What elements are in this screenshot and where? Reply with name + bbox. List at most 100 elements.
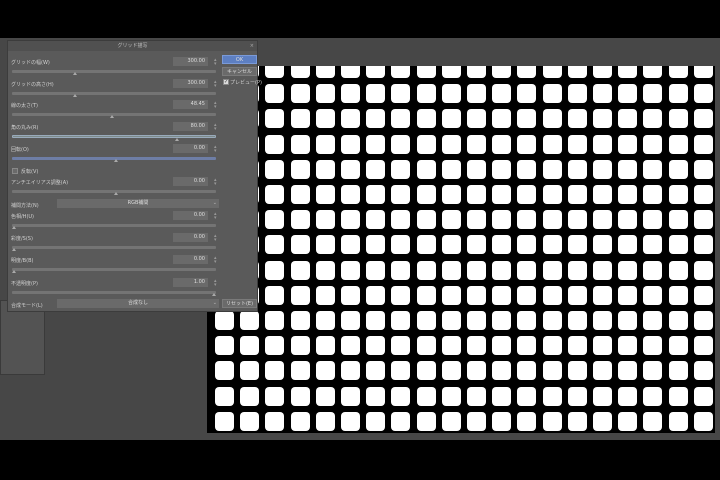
color-slider[interactable] <box>12 268 216 273</box>
color-slider[interactable] <box>12 224 216 229</box>
grid-cell <box>593 411 612 431</box>
grid-cell <box>593 336 612 356</box>
grid-cell <box>341 185 360 204</box>
color-input[interactable]: 0.00 <box>173 255 208 264</box>
grid-cell <box>492 260 512 280</box>
color-label: 明度/B(B) <box>11 258 34 264</box>
grid-cell <box>290 185 310 204</box>
grid-cell <box>517 159 537 179</box>
grid-cell <box>467 185 486 204</box>
field-label: 回転(O) <box>11 147 29 153</box>
spinner-icon[interactable]: ▴ ▾ <box>214 234 218 243</box>
grid-cell <box>693 210 713 230</box>
blend-dropdown[interactable]: 合成なし ⌄ <box>57 299 219 308</box>
grid-cell <box>366 311 386 330</box>
color-slider[interactable] <box>12 291 216 296</box>
slider-thumb[interactable] <box>211 293 216 296</box>
grid-cell <box>315 285 335 305</box>
grid-cell <box>441 185 461 204</box>
grid-cell <box>441 285 461 305</box>
grid-cell <box>542 185 562 204</box>
field-slider[interactable] <box>12 92 216 97</box>
grid-cell <box>643 159 663 179</box>
grid-cell <box>618 311 638 330</box>
spinner-icon[interactable]: ▴ ▾ <box>214 101 218 110</box>
slider-thumb[interactable] <box>109 115 114 118</box>
flip-checkbox[interactable] <box>12 168 18 174</box>
field-slider[interactable] <box>12 135 216 141</box>
color-input[interactable]: 1.00 <box>173 278 208 287</box>
field-input[interactable]: 0.00 <box>173 144 208 153</box>
spinner-icon[interactable]: ▴ ▾ <box>214 80 218 89</box>
grid-cell <box>341 210 360 230</box>
grid-cell <box>467 109 486 129</box>
grid-cell <box>542 285 562 305</box>
interp-dropdown[interactable]: RGB補間 ⌄ <box>57 199 219 208</box>
field-slider[interactable] <box>12 157 216 162</box>
spinner-icon[interactable]: ▴ ▾ <box>214 145 218 154</box>
spinner-icon[interactable]: ▴ ▾ <box>214 58 218 67</box>
slider-thumb[interactable] <box>12 248 16 251</box>
grid-cell <box>265 84 285 104</box>
grid-cell <box>492 159 512 179</box>
grid-cell <box>290 336 310 356</box>
field-input[interactable]: 300.00 <box>173 79 208 88</box>
antialias-input[interactable]: 0.00 <box>173 177 208 186</box>
spinner-icon[interactable]: ▴ ▾ <box>214 212 218 221</box>
antialias-slider[interactable] <box>12 190 216 195</box>
blend-value: 合成なし <box>127 300 148 306</box>
grid-cell <box>492 285 512 305</box>
grid-cell <box>542 210 562 230</box>
grid-cell <box>618 109 638 129</box>
grid-cell <box>215 336 234 356</box>
slider-thumb[interactable] <box>73 94 78 97</box>
color-input[interactable]: 0.00 <box>173 211 208 220</box>
grid-cell <box>593 285 612 305</box>
grid-cell <box>215 411 234 431</box>
slider-thumb[interactable] <box>12 226 16 229</box>
grid-cell <box>593 84 612 104</box>
color-slider[interactable] <box>12 246 216 251</box>
grid-cell <box>593 386 612 406</box>
grid-cell <box>467 260 486 280</box>
grid-cell <box>567 134 587 154</box>
grid-cell <box>693 66 713 78</box>
grid-cell <box>517 185 537 204</box>
slider-thumb[interactable] <box>12 270 16 273</box>
spinner-icon[interactable]: ▴ ▾ <box>214 256 218 265</box>
reset-button[interactable]: リセット(E) <box>222 299 257 308</box>
ok-button[interactable]: OK <box>222 55 257 64</box>
grid-cell <box>441 210 461 230</box>
field-input[interactable]: 80.00 <box>173 122 208 131</box>
spinner-icon[interactable]: ▴ ▾ <box>214 178 218 187</box>
grid-cell <box>643 361 663 381</box>
preview-checkbox[interactable]: ✓ <box>223 79 229 85</box>
cancel-button[interactable]: キャンセル <box>222 67 257 76</box>
field-slider[interactable] <box>12 113 216 118</box>
grid-cell <box>693 311 713 330</box>
grid-cell <box>467 159 486 179</box>
grid-cell <box>517 336 537 356</box>
field-input[interactable]: 48.45 <box>173 100 208 109</box>
close-icon[interactable]: × <box>250 41 254 51</box>
slider-thumb[interactable] <box>174 138 179 141</box>
grid-cell <box>668 386 688 406</box>
color-input[interactable]: 0.00 <box>173 233 208 242</box>
spinner-icon[interactable]: ▴ ▾ <box>214 123 218 132</box>
grid-cell <box>290 134 310 154</box>
spinner-icon[interactable]: ▴ ▾ <box>214 279 218 288</box>
grid-cell <box>441 134 461 154</box>
grid-cell <box>467 84 486 104</box>
field-input[interactable]: 300.00 <box>173 57 208 66</box>
field-label: 角の丸み(R) <box>11 125 39 131</box>
grid-cell <box>542 235 562 255</box>
grid-cell <box>542 336 562 356</box>
grid-cell <box>618 336 638 356</box>
grid-cell <box>693 134 713 154</box>
field-slider[interactable] <box>12 70 216 75</box>
grid-cell <box>416 260 436 280</box>
canvas-grid[interactable] <box>207 66 715 433</box>
slider-thumb[interactable] <box>73 72 78 75</box>
grid-cell <box>593 109 612 129</box>
slider-thumb[interactable] <box>114 159 118 162</box>
